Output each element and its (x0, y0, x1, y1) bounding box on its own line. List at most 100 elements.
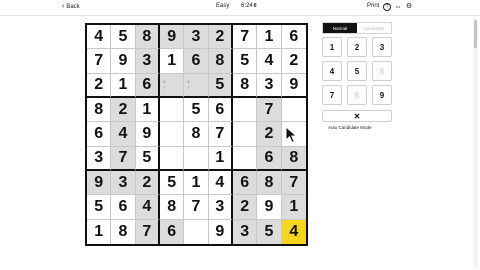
number-key-8[interactable]: 8 (347, 85, 367, 105)
sudoku-cell[interactable]: 2 (111, 98, 136, 123)
sudoku-cell[interactable] (281, 98, 306, 123)
sudoku-cell[interactable]: 6 (160, 219, 185, 244)
sudoku-cell[interactable]: 8 (135, 25, 160, 50)
sudoku-cell[interactable]: 3 (208, 195, 233, 220)
tab-candidate[interactable]: Candidate (357, 23, 391, 33)
sudoku-cell[interactable]: 47 (184, 73, 209, 98)
sudoku-cell[interactable]: 9 (111, 49, 136, 74)
number-key-5[interactable]: 5 (347, 61, 367, 81)
sudoku-cell[interactable]: 9 (135, 122, 160, 147)
timer[interactable]: 6:24 II (241, 3, 256, 9)
sudoku-cell[interactable]: 2 (208, 25, 233, 50)
pause-icon[interactable]: II (254, 3, 257, 9)
sudoku-cell[interactable]: 9 (160, 25, 185, 50)
sudoku-cell[interactable]: 1 (184, 171, 209, 196)
sudoku-cell[interactable]: 2 (233, 195, 258, 220)
sudoku-cell[interactable]: 4 (257, 49, 282, 74)
sudoku-cell[interactable]: 8 (208, 49, 233, 74)
sudoku-cell[interactable]: 6 (281, 25, 306, 50)
sudoku-cell[interactable]: 1 (87, 219, 112, 244)
sudoku-cell[interactable]: 6 (257, 146, 282, 171)
sudoku-cell[interactable]: 3 (233, 219, 258, 244)
sudoku-cell[interactable]: 9 (209, 219, 233, 244)
sudoku-cell[interactable]: 1 (111, 73, 136, 98)
sudoku-cell[interactable]: 7 (184, 195, 209, 220)
number-key-4[interactable]: 4 (322, 61, 342, 81)
scrollbar-thumb[interactable] (474, 20, 477, 48)
sudoku-cell[interactable]: 5 (184, 98, 209, 123)
sudoku-cell[interactable]: 3 (87, 146, 112, 171)
sudoku-cell[interactable] (160, 98, 185, 123)
sudoku-cell[interactable]: 5 (135, 146, 160, 171)
more-icon[interactable]: ••• (394, 3, 402, 11)
sudoku-cell[interactable]: 1 (281, 195, 306, 220)
auto-candidate-mode-link[interactable]: Auto Candidate Mode (328, 125, 372, 130)
number-key-3[interactable]: 3 (372, 37, 392, 57)
sudoku-cell[interactable]: 6 (233, 171, 258, 196)
sudoku-cell[interactable]: 5 (208, 73, 233, 98)
sudoku-cell[interactable] (233, 98, 258, 123)
sudoku-cell[interactable]: 1 (160, 49, 185, 74)
number-key-2[interactable]: 2 (347, 37, 367, 57)
help-icon[interactable]: ? (383, 3, 391, 11)
sudoku-cell[interactable]: 3 (135, 49, 160, 74)
scrollbar-track[interactable] (473, 18, 478, 268)
sudoku-cell[interactable]: 9 (281, 74, 306, 98)
back-button[interactable]: ‹ Back (62, 3, 80, 10)
sudoku-cell[interactable]: 5 (160, 171, 185, 196)
number-key-7[interactable]: 7 (322, 85, 342, 105)
sudoku-cell[interactable]: 2 (257, 122, 282, 147)
sudoku-cell[interactable] (160, 146, 185, 171)
tab-normal[interactable]: Normal (323, 23, 357, 33)
sudoku-cell[interactable]: 8 (281, 146, 306, 171)
gear-icon[interactable]: ⚙ (405, 3, 413, 11)
sudoku-cell[interactable]: 7 (281, 171, 306, 196)
sudoku-cell[interactable]: 4 (111, 122, 136, 147)
sudoku-cell[interactable]: 8 (233, 73, 258, 98)
sudoku-cell[interactable]: 47 (160, 73, 185, 98)
sudoku-cell[interactable]: 8 (111, 219, 136, 244)
sudoku-cell[interactable]: 2 (135, 171, 160, 196)
sudoku-cell[interactable]: 8 (184, 122, 209, 147)
sudoku-cell[interactable]: 7 (257, 98, 282, 123)
sudoku-cell[interactable]: 8 (257, 171, 282, 196)
sudoku-cell[interactable]: 6 (208, 98, 233, 123)
sudoku-cell[interactable]: 6 (111, 195, 136, 220)
sudoku-cell[interactable]: 6 (135, 73, 160, 98)
erase-button[interactable]: ✕ (322, 110, 392, 122)
number-key-1[interactable]: 1 (322, 37, 342, 57)
sudoku-cell[interactable]: 8 (160, 195, 185, 220)
sudoku-cell[interactable] (233, 122, 258, 147)
sudoku-cell[interactable]: 1 (135, 98, 160, 123)
number-key-9[interactable]: 9 (372, 85, 392, 105)
sudoku-cell[interactable]: 3 (111, 171, 136, 196)
sudoku-cell[interactable] (184, 219, 209, 244)
sudoku-cell[interactable]: 4 (281, 219, 306, 244)
sudoku-cell[interactable]: 4 (208, 171, 233, 196)
print-button[interactable]: Print (367, 3, 379, 9)
sudoku-cell[interactable]: 4 (135, 195, 160, 220)
number-key-6[interactable]: 6 (372, 61, 392, 81)
sudoku-cell[interactable]: 1 (257, 25, 282, 50)
sudoku-cell[interactable]: 9 (257, 195, 282, 220)
sudoku-cell[interactable]: 5 (233, 49, 258, 74)
sudoku-cell[interactable]: 3 (257, 73, 282, 98)
sudoku-cell[interactable]: 7 (233, 25, 258, 50)
sudoku-cell[interactable]: 7 (208, 122, 233, 147)
sudoku-cell[interactable]: 5 (87, 195, 112, 220)
sudoku-cell[interactable]: 9 (87, 171, 112, 196)
sudoku-cell[interactable]: 2 (87, 73, 112, 98)
sudoku-cell[interactable]: 1 (208, 146, 233, 171)
sudoku-cell[interactable]: 7 (111, 146, 136, 171)
sudoku-cell[interactable]: 3 (184, 25, 209, 50)
sudoku-cell[interactable]: 5 (111, 25, 136, 50)
sudoku-cell[interactable] (160, 122, 185, 147)
sudoku-cell[interactable] (233, 146, 258, 171)
sudoku-cell[interactable]: 8 (87, 98, 112, 123)
sudoku-cell[interactable]: 7 (135, 219, 160, 244)
sudoku-cell[interactable]: 6 (184, 49, 209, 74)
sudoku-cell[interactable] (184, 146, 209, 171)
sudoku-cell[interactable]: 7 (87, 49, 112, 74)
sudoku-cell[interactable]: 5 (257, 219, 282, 244)
sudoku-cell[interactable]: 4 (87, 25, 112, 50)
